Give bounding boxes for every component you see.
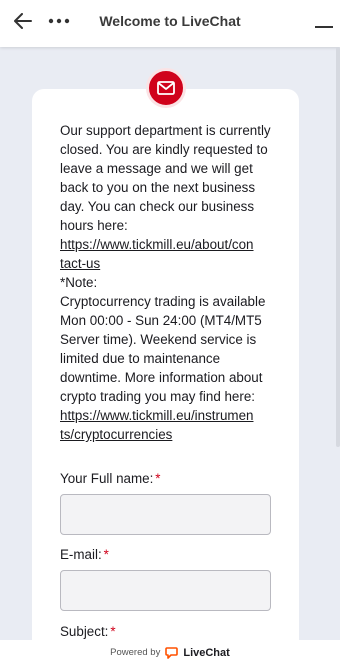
required-mark: *	[155, 471, 161, 486]
email-input[interactable]	[60, 570, 271, 611]
subject-label-text: Subject:	[60, 624, 109, 639]
header-bar: Welcome to LiveChat	[0, 0, 340, 47]
full-name-label-text: Your Full name:	[60, 471, 154, 486]
contact-us-link[interactable]: https://www.tickmill.eu/about/con tact-us	[60, 237, 254, 271]
required-mark: *	[110, 624, 116, 639]
scrollbar[interactable]	[336, 47, 340, 447]
required-mark: *	[103, 547, 109, 562]
message-crypto: Cryptocurrency trading is available Mon …	[60, 294, 266, 404]
subject-label: Subject: *	[60, 624, 116, 639]
page-title: Welcome to LiveChat	[99, 13, 241, 29]
note-label: *Note:	[60, 275, 98, 290]
email-label: E-mail: *	[60, 547, 109, 562]
powered-by-text: Powered by	[110, 647, 161, 658]
email-label-text: E-mail:	[60, 547, 102, 562]
powered-by-footer[interactable]: Powered by LiveChat	[0, 640, 340, 665]
full-name-label: Your Full name: *	[60, 471, 161, 486]
mail-badge	[146, 68, 186, 108]
minimize-icon[interactable]	[315, 26, 333, 28]
crypto-info-link[interactable]: https://www.tickmill.eu/instrumen ts/cryp…	[60, 408, 253, 442]
livechat-logo-icon	[165, 646, 179, 659]
full-name-input[interactable]	[60, 494, 271, 535]
livechat-brand: LiveChat	[183, 646, 230, 659]
chat-scroll-area[interactable]: Our support department is currently clos…	[0, 47, 340, 640]
message-intro: Our support department is currently clos…	[60, 123, 271, 233]
envelope-icon	[157, 81, 175, 95]
offline-message-text: Our support department is currently clos…	[60, 121, 280, 444]
